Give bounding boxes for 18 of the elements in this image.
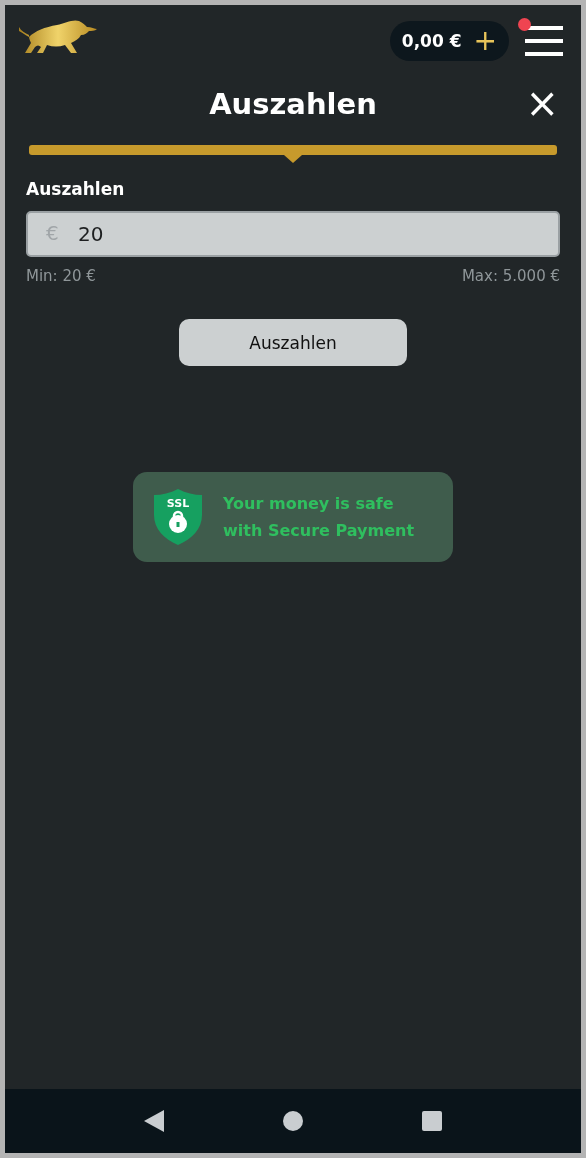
shield-icon: [153, 489, 203, 545]
withdraw-button[interactable]: Auszahlen: [179, 319, 407, 366]
close-button[interactable]: ×: [525, 83, 559, 123]
recents-icon: [421, 1111, 442, 1131]
ssl-label: SSL: [166, 497, 190, 510]
security-text: Your money is safe with Secure Payment: [223, 493, 416, 542]
min-amount: Min: 20 €: [26, 267, 96, 285]
max-amount: Max: 5.000 €: [461, 267, 560, 285]
dialog-title: Auszahlen: [209, 87, 377, 121]
menu-button[interactable]: [525, 26, 563, 56]
recents-button[interactable]: [421, 1111, 442, 1131]
currency-symbol: €: [46, 221, 59, 245]
balance-button[interactable]: 0,00 € +: [389, 21, 509, 61]
amount-label: Auszahlen: [26, 179, 126, 199]
home-icon: [283, 1111, 303, 1131]
back-icon: [144, 1110, 165, 1132]
back-button[interactable]: [144, 1110, 165, 1132]
home-button[interactable]: [283, 1111, 303, 1131]
